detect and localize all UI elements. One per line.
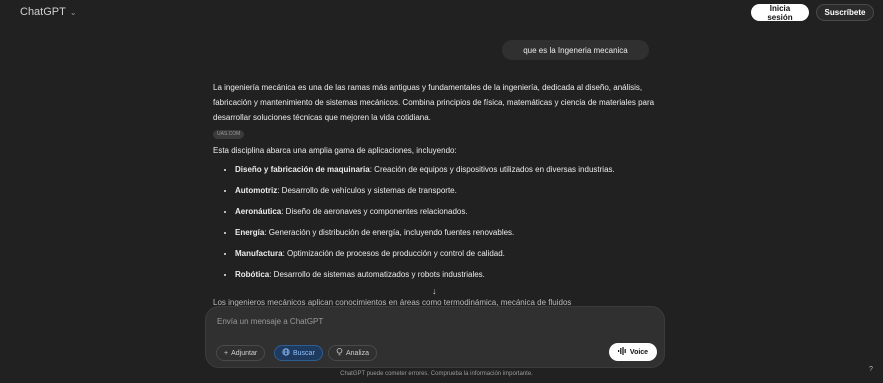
list-item-desc: : Creación de equipos y dispositivos uti… xyxy=(369,165,615,174)
list-item-desc: : Desarrollo de vehículos y sistemas de … xyxy=(277,186,457,195)
list-item-term: Automotriz xyxy=(235,186,278,195)
login-button[interactable]: Inicia sesión xyxy=(751,4,809,22)
message-input[interactable] xyxy=(217,315,597,327)
analyze-label: Analiza xyxy=(346,349,369,357)
lightbulb-icon xyxy=(336,348,343,358)
voice-button[interactable]: Voice xyxy=(609,343,657,361)
list-item-term: Energía xyxy=(235,228,265,237)
model-selector[interactable]: ChatGPT ⌄ xyxy=(20,6,77,18)
list-item-desc: : Desarrollo de sistemas automatizados y… xyxy=(269,270,485,279)
user-message-text: que es la Ingeneria mecanica xyxy=(523,45,628,55)
list-item-desc: : Generación y distribución de energía, … xyxy=(264,228,515,237)
answer-cut-off-line: Los ingenieros mecánicos aplican conocim… xyxy=(213,298,572,306)
subscribe-button[interactable]: Suscríbete xyxy=(816,4,874,21)
applications-list: Diseño y fabricación de maquinaria: Crea… xyxy=(213,162,663,282)
list-item: Aeronáutica: Diseño de aeronaves y compo… xyxy=(235,204,663,219)
attach-label: Adjuntar xyxy=(231,349,258,357)
chevron-down-icon: ⌄ xyxy=(69,7,77,17)
voice-label: Voice xyxy=(629,348,649,356)
list-item-desc: : Optimización de procesos de producción… xyxy=(282,249,505,258)
list-item-term: Robótica xyxy=(235,270,270,279)
disclaimer-text: ChatGPT puede cometer errores. Comprueba… xyxy=(340,371,533,377)
list-item: Energía: Generación y distribución de en… xyxy=(235,225,663,240)
answer-intro: La ingeniería mecánica es una de las ram… xyxy=(213,83,655,122)
list-item: Manufactura: Optimización de procesos de… xyxy=(235,246,663,261)
globe-icon xyxy=(282,348,290,358)
list-item: Diseño y fabricación de maquinaria: Crea… xyxy=(235,162,663,177)
list-item-term: Diseño y fabricación de maquinaria xyxy=(235,165,370,174)
arrow-down-icon[interactable]: ↓ xyxy=(432,286,437,296)
attach-button[interactable]: + Adjuntar xyxy=(216,345,266,361)
answer-lead: Esta disciplina abarca una amplia gama d… xyxy=(213,146,457,155)
search-button[interactable]: Buscar xyxy=(274,345,323,361)
plus-icon: + xyxy=(224,349,229,357)
help-button[interactable]: ? xyxy=(869,366,873,373)
top-bar: ChatGPT ⌄ Inicia sesión Suscríbete xyxy=(0,0,883,26)
brand-label: ChatGPT xyxy=(20,6,66,18)
analyze-button[interactable]: Analiza xyxy=(328,345,377,361)
assistant-answer: La ingeniería mecánica es una de las ram… xyxy=(213,80,663,288)
waveform-icon xyxy=(617,347,627,357)
list-item-desc: : Diseño de aeronaves y componentes rela… xyxy=(281,207,468,216)
message-composer: + Adjuntar Buscar Analiza Voice xyxy=(205,306,665,368)
list-item: Automotriz: Desarrollo de vehículos y si… xyxy=(235,183,663,198)
list-item-term: Aeronáutica xyxy=(235,207,282,216)
source-badge[interactable]: UAS.COM xyxy=(213,130,245,139)
list-item: Robótica: Desarrollo de sistemas automat… xyxy=(235,267,663,282)
user-message-bubble: que es la Ingeneria mecanica xyxy=(502,40,649,60)
search-label: Buscar xyxy=(293,349,315,357)
list-item-term: Manufactura xyxy=(235,249,283,258)
